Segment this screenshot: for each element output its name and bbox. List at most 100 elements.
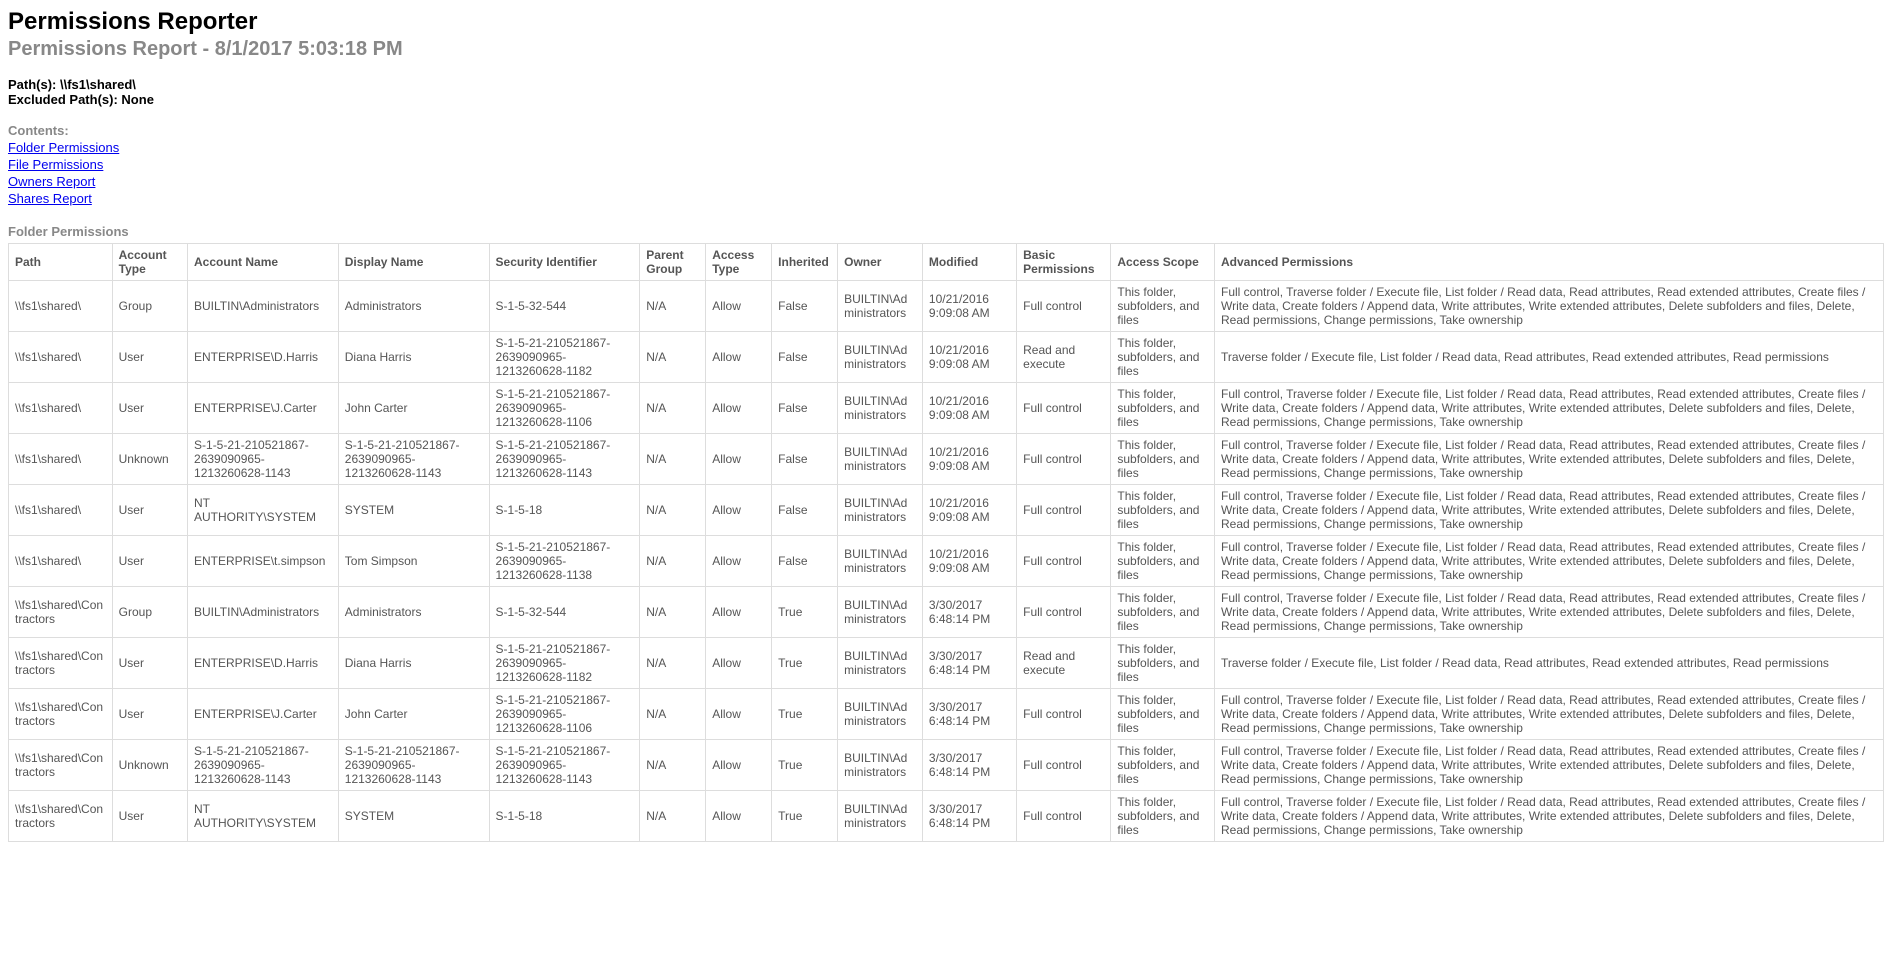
cell-sid: S-1-5-21-210521867-2639090965-1213260628… — [489, 331, 640, 382]
cell-display: SYSTEM — [338, 484, 489, 535]
th-security-identifier: Security Identifier — [489, 243, 640, 280]
cell-access: Allow — [706, 637, 772, 688]
link-owners-report[interactable]: Owners Report — [8, 174, 95, 189]
cell-display: S-1-5-21-210521867-2639090965-1213260628… — [338, 739, 489, 790]
page-subtitle: Permissions Report - 8/1/2017 5:03:18 PM — [8, 38, 1884, 61]
cell-acct_name: ENTERPRISE\D.Harris — [188, 331, 339, 382]
th-display-name: Display Name — [338, 243, 489, 280]
cell-advanced: Full control, Traverse folder / Execute … — [1215, 535, 1884, 586]
cell-modified: 3/30/2017 6:48:14 PM — [922, 637, 1016, 688]
cell-owner: BUILTIN\Administrators — [838, 637, 923, 688]
cell-display: SYSTEM — [338, 790, 489, 841]
th-modified: Modified — [922, 243, 1016, 280]
cell-basic: Read and execute — [1017, 637, 1111, 688]
link-file-permissions[interactable]: File Permissions — [8, 157, 103, 172]
cell-acct_type: Unknown — [112, 739, 187, 790]
cell-display: Diana Harris — [338, 331, 489, 382]
cell-access: Allow — [706, 586, 772, 637]
table-row: \\fs1\shared\GroupBUILTIN\Administrators… — [9, 280, 1884, 331]
cell-modified: 10/21/2016 9:09:08 AM — [922, 331, 1016, 382]
cell-inherited: True — [772, 790, 838, 841]
cell-inherited: True — [772, 739, 838, 790]
cell-modified: 3/30/2017 6:48:14 PM — [922, 688, 1016, 739]
cell-scope: This folder, subfolders, and files — [1111, 280, 1215, 331]
cell-sid: S-1-5-32-544 — [489, 280, 640, 331]
cell-owner: BUILTIN\Administrators — [838, 382, 923, 433]
cell-modified: 10/21/2016 9:09:08 AM — [922, 280, 1016, 331]
cell-sid: S-1-5-21-210521867-2639090965-1213260628… — [489, 382, 640, 433]
cell-scope: This folder, subfolders, and files — [1111, 637, 1215, 688]
cell-path: \\fs1\shared\ — [9, 535, 113, 586]
th-access-scope: Access Scope — [1111, 243, 1215, 280]
cell-inherited: False — [772, 280, 838, 331]
cell-scope: This folder, subfolders, and files — [1111, 484, 1215, 535]
cell-scope: This folder, subfolders, and files — [1111, 586, 1215, 637]
contents-label: Contents: — [8, 123, 1884, 138]
cell-owner: BUILTIN\Administrators — [838, 688, 923, 739]
cell-advanced: Traverse folder / Execute file, List fol… — [1215, 637, 1884, 688]
cell-modified: 10/21/2016 9:09:08 AM — [922, 484, 1016, 535]
cell-advanced: Full control, Traverse folder / Execute … — [1215, 586, 1884, 637]
cell-acct_type: Group — [112, 586, 187, 637]
cell-advanced: Full control, Traverse folder / Execute … — [1215, 688, 1884, 739]
cell-acct_name: ENTERPRISE\D.Harris — [188, 637, 339, 688]
cell-parent: N/A — [640, 433, 706, 484]
cell-display: John Carter — [338, 382, 489, 433]
cell-advanced: Full control, Traverse folder / Execute … — [1215, 484, 1884, 535]
th-advanced-permissions: Advanced Permissions — [1215, 243, 1884, 280]
cell-display: Administrators — [338, 280, 489, 331]
table-row: \\fs1\shared\ContractorsGroupBUILTIN\Adm… — [9, 586, 1884, 637]
cell-acct_name: NT AUTHORITY\SYSTEM — [188, 790, 339, 841]
cell-sid: S-1-5-32-544 — [489, 586, 640, 637]
link-folder-permissions[interactable]: Folder Permissions — [8, 140, 119, 155]
cell-acct_name: BUILTIN\Administrators — [188, 586, 339, 637]
cell-acct_type: User — [112, 484, 187, 535]
cell-acct_type: User — [112, 790, 187, 841]
page-title: Permissions Reporter — [8, 8, 1884, 36]
permissions-table: Path Account Type Account Name Display N… — [8, 243, 1884, 842]
cell-acct_type: User — [112, 637, 187, 688]
cell-inherited: False — [772, 484, 838, 535]
section-title: Folder Permissions — [8, 224, 1884, 239]
cell-basic: Full control — [1017, 688, 1111, 739]
cell-acct_name: ENTERPRISE\J.Carter — [188, 382, 339, 433]
cell-owner: BUILTIN\Administrators — [838, 586, 923, 637]
link-shares-report[interactable]: Shares Report — [8, 191, 92, 206]
paths-label: Path(s): — [8, 77, 60, 92]
cell-sid: S-1-5-18 — [489, 484, 640, 535]
cell-display: Administrators — [338, 586, 489, 637]
cell-acct_type: Group — [112, 280, 187, 331]
cell-parent: N/A — [640, 535, 706, 586]
cell-parent: N/A — [640, 280, 706, 331]
cell-basic: Full control — [1017, 280, 1111, 331]
cell-access: Allow — [706, 331, 772, 382]
cell-access: Allow — [706, 535, 772, 586]
cell-modified: 10/21/2016 9:09:08 AM — [922, 382, 1016, 433]
cell-sid: S-1-5-21-210521867-2639090965-1213260628… — [489, 739, 640, 790]
cell-sid: S-1-5-21-210521867-2639090965-1213260628… — [489, 535, 640, 586]
paths-line: Path(s): \\fs1\shared\ — [8, 77, 1884, 92]
cell-parent: N/A — [640, 484, 706, 535]
cell-sid: S-1-5-21-210521867-2639090965-1213260628… — [489, 433, 640, 484]
cell-basic: Full control — [1017, 382, 1111, 433]
cell-acct_type: User — [112, 331, 187, 382]
cell-path: \\fs1\shared\ — [9, 433, 113, 484]
cell-owner: BUILTIN\Administrators — [838, 739, 923, 790]
cell-inherited: False — [772, 331, 838, 382]
cell-scope: This folder, subfolders, and files — [1111, 433, 1215, 484]
cell-advanced: Full control, Traverse folder / Execute … — [1215, 382, 1884, 433]
cell-access: Allow — [706, 484, 772, 535]
table-header-row: Path Account Type Account Name Display N… — [9, 243, 1884, 280]
cell-advanced: Full control, Traverse folder / Execute … — [1215, 790, 1884, 841]
th-inherited: Inherited — [772, 243, 838, 280]
cell-parent: N/A — [640, 586, 706, 637]
cell-scope: This folder, subfolders, and files — [1111, 688, 1215, 739]
table-row: \\fs1\shared\ContractorsUserENTERPRISE\D… — [9, 637, 1884, 688]
cell-parent: N/A — [640, 739, 706, 790]
cell-parent: N/A — [640, 790, 706, 841]
cell-acct_type: User — [112, 382, 187, 433]
cell-owner: BUILTIN\Administrators — [838, 280, 923, 331]
cell-path: \\fs1\shared\Contractors — [9, 790, 113, 841]
cell-parent: N/A — [640, 688, 706, 739]
cell-access: Allow — [706, 790, 772, 841]
